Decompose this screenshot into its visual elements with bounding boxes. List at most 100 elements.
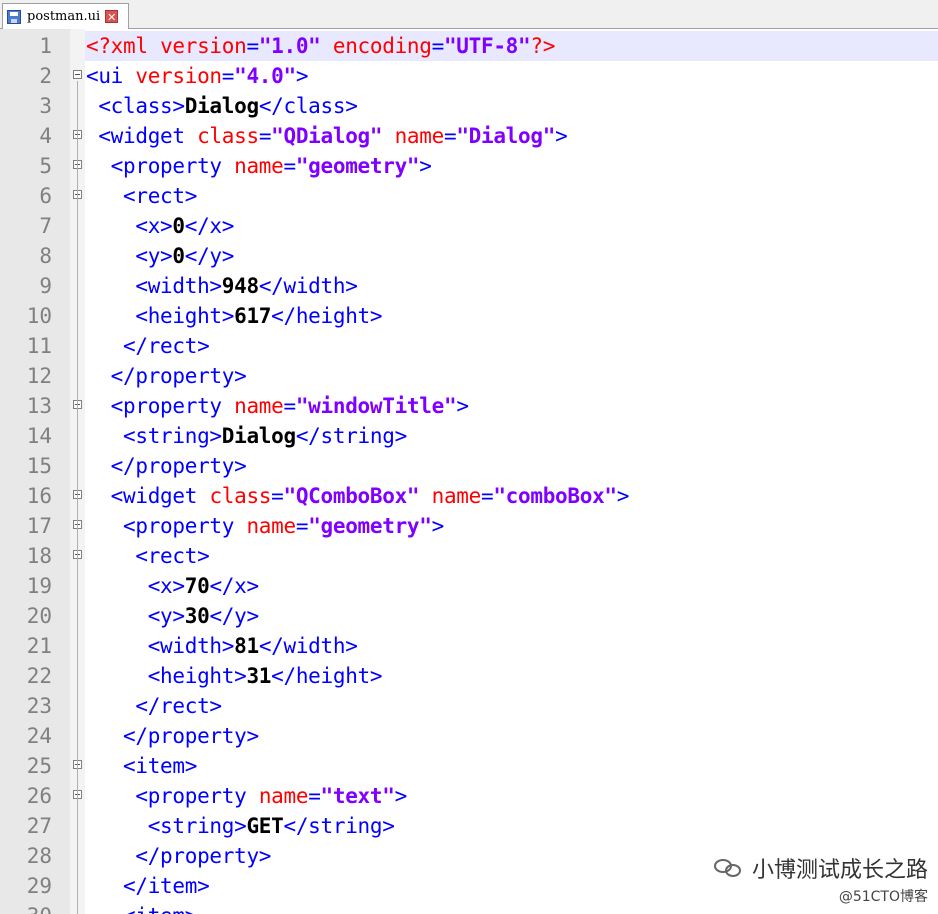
code-token: </rect>	[86, 694, 222, 718]
code-line[interactable]: 14 <string>Dialog</string>	[0, 421, 938, 451]
close-icon[interactable]: ✕	[105, 10, 119, 24]
code-text: <ui version="4.0">	[86, 61, 308, 91]
code-token: </height>	[271, 664, 383, 688]
code-line[interactable]: 6 <rect>	[0, 181, 938, 211]
code-token: <widget	[86, 484, 210, 508]
code-line[interactable]: 10 <height>617</height>	[0, 301, 938, 331]
tab-postman-ui[interactable]: postman.ui ✕	[2, 3, 129, 29]
line-number: 25	[26, 754, 52, 778]
code-token: >	[394, 784, 408, 808]
code-line[interactable]: 27 <string>GET</string>	[0, 811, 938, 841]
code-token: Dialog	[221, 424, 296, 448]
code-token: <rect>	[86, 184, 198, 208]
code-line[interactable]: 8 <y>0</y>	[0, 241, 938, 271]
code-token: =	[481, 484, 494, 508]
code-text: <widget class="QDialog" name="Dialog">	[86, 121, 567, 151]
code-token: <y>	[86, 244, 173, 268]
code-line[interactable]: 21 <width>81</width>	[0, 631, 938, 661]
code-line[interactable]: 11 </rect>	[0, 331, 938, 361]
line-number: 9	[39, 274, 52, 298]
code-token: <rect>	[86, 544, 210, 568]
code-line[interactable]: 2 <ui version="4.0">	[0, 61, 938, 91]
code-text: </property>	[86, 721, 259, 751]
code-text: </rect>	[86, 691, 222, 721]
line-number: 23	[26, 694, 52, 718]
line-number: 3	[39, 94, 52, 118]
code-token: name	[394, 124, 445, 148]
code-token: name	[234, 394, 284, 418]
code-line[interactable]: 26 <property name="text">	[0, 781, 938, 811]
code-token: "geometry"	[295, 154, 420, 178]
wechat-icon	[713, 857, 744, 879]
code-line[interactable]: 25 <item>	[0, 751, 938, 781]
line-number: 29	[26, 874, 52, 898]
code-text: <?xml version="1.0" encoding="UTF-8"?>	[86, 31, 555, 61]
code-line[interactable]: 12 </property>	[0, 361, 938, 391]
code-token: version	[135, 64, 222, 88]
code-token: </x>	[209, 574, 259, 598]
line-number: 19	[26, 574, 52, 598]
code-line[interactable]: 19 <x>70</x>	[0, 571, 938, 601]
code-token: >	[295, 64, 309, 88]
line-number: 20	[26, 604, 52, 628]
code-token: </width>	[258, 274, 358, 298]
code-token: version	[160, 34, 247, 58]
code-text: </rect>	[86, 331, 210, 361]
code-text: <rect>	[86, 181, 197, 211]
tab-label: postman.ui	[27, 9, 101, 24]
code-line[interactable]: 23 </rect>	[0, 691, 938, 721]
line-number: 4	[39, 124, 52, 148]
code-line[interactable]: 24 </property>	[0, 721, 938, 751]
code-line[interactable]: 17 <property name="geometry">	[0, 511, 938, 541]
tab-bar: postman.ui ✕	[0, 0, 938, 29]
code-line[interactable]: 5 <property name="geometry">	[0, 151, 938, 181]
code-text: <property name="geometry">	[86, 511, 444, 541]
code-token: <width>	[86, 634, 235, 658]
code-line[interactable]: 13 <property name="windowTitle">	[0, 391, 938, 421]
code-token: =	[283, 394, 297, 418]
line-number: 18	[26, 544, 52, 568]
line-number: 30	[0, 901, 52, 914]
code-line[interactable]: 18 <rect>	[0, 541, 938, 571]
watermark: 小博测试成长之路 @51CTO博客	[713, 852, 928, 906]
code-token: >	[419, 154, 432, 178]
code-token: <height>	[86, 304, 235, 328]
code-token: </y>	[184, 244, 235, 268]
code-text: <string>GET</string>	[86, 811, 395, 841]
code-token: 31	[246, 664, 272, 688]
code-text: <height>31</height>	[86, 661, 383, 691]
code-token: </height>	[271, 304, 383, 328]
code-line[interactable]: 1 <?xml version="1.0" encoding="UTF-8"?>	[0, 31, 938, 61]
code-text: </property>	[86, 361, 247, 391]
code-text: <class>Dialog</class>	[86, 91, 358, 121]
code-line[interactable]: 20 <y>30</y>	[0, 601, 938, 631]
code-token: <string>	[86, 814, 247, 838]
code-token: <x>	[86, 214, 173, 238]
code-token: </string>	[283, 814, 395, 838]
code-token: <width>	[86, 274, 222, 298]
code-token: "1.0"	[258, 34, 321, 58]
code-token: >	[555, 124, 568, 148]
code-line[interactable]: 4 <widget class="QDialog" name="Dialog">	[0, 121, 938, 151]
code-line[interactable]: 22 <height>31</height>	[0, 661, 938, 691]
code-text: <height>617</height>	[86, 301, 382, 331]
code-token: </x>	[184, 214, 235, 238]
code-line[interactable]: 7 <x>0</x>	[0, 211, 938, 241]
code-token: =	[246, 34, 259, 58]
fold-toggle-icon[interactable]	[73, 70, 82, 79]
code-text: </property>	[86, 451, 247, 481]
code-line[interactable]: 9 <width>948</width>	[0, 271, 938, 301]
code-line[interactable]: 3 <class>Dialog</class>	[0, 91, 938, 121]
code-token: "UTF-8"	[443, 34, 531, 58]
line-number: 16	[26, 484, 52, 508]
code-token: Dialog	[184, 94, 259, 118]
code-text: <property name="windowTitle">	[86, 391, 469, 421]
code-token: name	[258, 784, 309, 808]
code-editor[interactable]: 1 <?xml version="1.0" encoding="UTF-8"?> 2…	[0, 29, 938, 914]
code-line[interactable]: 16 <widget class="QComboBox" name="combo…	[0, 481, 938, 511]
code-token: </property>	[86, 724, 259, 748]
code-token: "windowTitle"	[295, 394, 457, 418]
watermark-title: 小博测试成长之路	[751, 858, 928, 883]
code-text: <widget class="QComboBox" name="comboBox…	[86, 481, 630, 511]
code-line[interactable]: 15 </property>	[0, 451, 938, 481]
